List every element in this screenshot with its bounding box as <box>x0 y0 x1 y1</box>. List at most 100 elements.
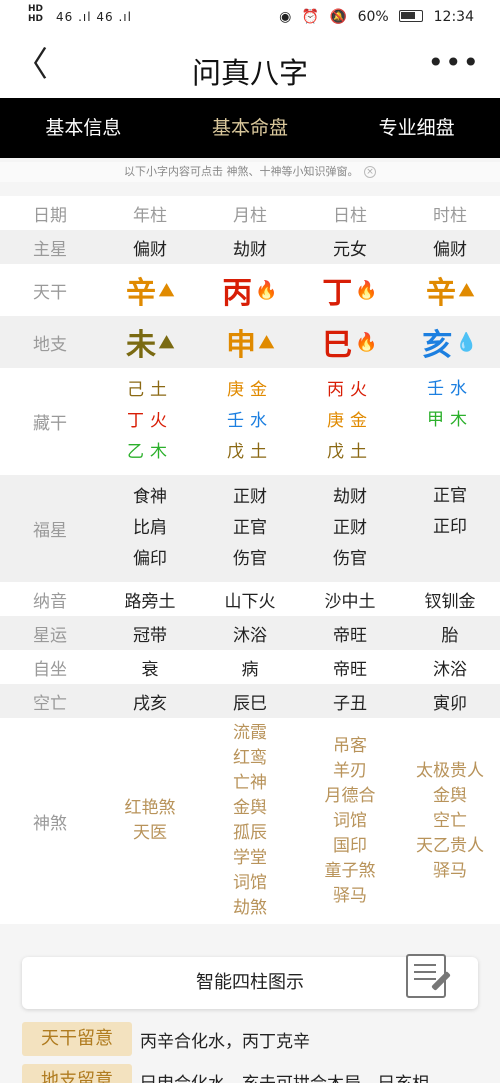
nayin-hour[interactable]: 钗钏金 <box>400 587 500 612</box>
xingyun-hour[interactable]: 胎 <box>400 621 500 646</box>
label-main-star: 主星 <box>33 239 67 260</box>
nayin-row: 纳音 路旁土 山下火 沙中土 钗钏金 <box>0 582 500 616</box>
tab-basic-chart[interactable]: 基本命盘 <box>167 98 334 158</box>
label-canggan: 藏干 <box>33 414 67 434</box>
battery-icon <box>399 10 424 22</box>
main-star-hour[interactable]: 偏财 <box>400 235 500 260</box>
label-shensha: 神煞 <box>33 813 67 834</box>
dizhi-day[interactable]: 巳 🔥 <box>322 320 377 364</box>
clock: 12:34 <box>433 9 474 25</box>
alarm-icon: ⏰ <box>301 9 320 25</box>
dizhi-year[interactable]: 未 ⛰ <box>126 320 174 364</box>
note-text: 巳申合化水，亥未可拱合木局，巳亥相 <box>140 1069 429 1083</box>
notes-list: 天干留意 丙辛合化水，丙丁克辛 地支留意 巳申合化水，亥未可拱合木局，巳亥相 <box>22 1022 500 1083</box>
document-edit-icon <box>406 954 451 998</box>
zizuo-hour[interactable]: 沐浴 <box>400 655 500 680</box>
label-nayin: 纳音 <box>33 591 67 612</box>
label-kongwang: 空亡 <box>33 693 67 714</box>
bazi-grid: 日期 年柱 月柱 日柱 时柱 主星 偏财 劫财 元女 偏财 天干 辛 ⛰ 丙 🔥 丁… <box>0 196 500 924</box>
metal-icon: ⛰ <box>158 279 175 301</box>
more-button[interactable]: ••• <box>427 46 480 79</box>
water-icon: 💧 <box>455 331 478 353</box>
fuxing-day: 劫财 正财 伤官 <box>333 487 367 569</box>
nayin-day[interactable]: 沙中土 <box>300 587 400 612</box>
list-item: 地支留意 巳申合化水，亥未可拱合木局，巳亥相 <box>22 1064 500 1083</box>
fire-icon: 🔥 <box>355 331 378 353</box>
tiangan-hour[interactable]: 辛 ⛰ <box>426 268 474 312</box>
tiangan-year[interactable]: 辛 ⛰ <box>126 268 174 312</box>
tip-banner: 以下小字内容可点击 神煞、十神等小知识弹窗。 × <box>0 162 500 182</box>
dizhi-month[interactable]: 申 ⛰ <box>226 320 274 364</box>
canggan-row: 藏干 己土 丁火 乙木 庚金 壬水 戊土 丙火 庚金 戊土 壬水 甲木 <box>0 368 500 475</box>
network-indicator: HD HD <box>28 4 43 24</box>
xingyun-row: 星运 冠带 沐浴 帝旺 胎 <box>0 616 500 650</box>
hd-badge: HD <box>28 4 44 14</box>
tag-dizhi-note[interactable]: 地支留意 <box>22 1064 132 1083</box>
shensha-day: 吊客 羊刃 月德合 词馆 国印 童子煞 驿马 <box>324 735 376 906</box>
col-day: 日柱 <box>333 205 367 226</box>
canggan-day: 丙火 庚金 戊土 <box>327 380 373 462</box>
tab-pro-chart[interactable]: 专业细盘 <box>333 98 500 158</box>
kongwang-day[interactable]: 子丑 <box>300 689 400 714</box>
tag-tiangan-note[interactable]: 天干留意 <box>22 1022 132 1056</box>
label-fuxing: 福星 <box>33 521 67 541</box>
label-xingyun: 星运 <box>33 625 67 646</box>
close-icon[interactable]: × <box>364 166 376 178</box>
col-year: 年柱 <box>133 205 167 226</box>
label-dizhi: 地支 <box>33 334 67 355</box>
page-title: 问真八字 <box>191 56 308 90</box>
fire-icon: 🔥 <box>355 279 378 301</box>
earth-icon: ⛰ <box>158 331 175 353</box>
metal-icon: ⛰ <box>258 331 275 353</box>
shensha-month: 流霞 红鸾 亡神 金舆 孤辰 学堂 词馆 劫煞 <box>233 723 267 918</box>
fuxing-month: 正财 正官 伤官 <box>233 487 267 569</box>
canggan-month: 庚金 壬水 戊土 <box>227 380 273 462</box>
tab-basic-info[interactable]: 基本信息 <box>0 98 167 158</box>
col-month: 月柱 <box>233 205 267 226</box>
tiangan-day[interactable]: 丁 🔥 <box>322 268 377 312</box>
nayin-month[interactable]: 山下火 <box>200 587 300 612</box>
kongwang-row: 空亡 戌亥 辰巳 子丑 寅卯 <box>0 684 500 718</box>
nayin-year[interactable]: 路旁土 <box>100 587 200 612</box>
app-bar: 〈 问真八字 ••• <box>0 36 500 98</box>
shensha-hour: 太极贵人 金舆 空亡 天乙贵人 驿马 <box>416 760 484 881</box>
kongwang-month[interactable]: 辰巳 <box>200 689 300 714</box>
kongwang-hour[interactable]: 寅卯 <box>400 689 500 714</box>
mute-icon: 🔕 <box>329 9 348 25</box>
shensha-row: 神煞 红艳煞 天医 流霞 红鸾 亡神 金舆 孤辰 学堂 词馆 劫煞 吊客 羊刃 … <box>0 718 500 924</box>
eye-icon: ◉ <box>279 9 292 25</box>
hd-badge: HD <box>28 14 44 24</box>
xingyun-month[interactable]: 沐浴 <box>200 621 300 646</box>
main-star-month[interactable]: 劫财 <box>200 235 300 260</box>
zizuo-row: 自坐 衰 病 帝旺 沐浴 <box>0 650 500 684</box>
list-item: 天干留意 丙辛合化水，丙丁克辛 <box>22 1022 500 1056</box>
status-right: ◉ ⏰ 🔕 60% 12:34 <box>273 9 474 25</box>
xingyun-year[interactable]: 冠带 <box>100 621 200 646</box>
card-label: 智能四柱图示 <box>196 972 304 993</box>
label-tiangan: 天干 <box>33 282 67 303</box>
canggan-hour: 壬水 甲木 <box>427 379 473 430</box>
dizhi-hour[interactable]: 亥 💧 <box>422 320 477 364</box>
col-hour: 时柱 <box>433 205 467 226</box>
xingyun-day[interactable]: 帝旺 <box>300 621 400 646</box>
note-text: 丙辛合化水，丙丁克辛 <box>140 1031 310 1052</box>
main-star-day[interactable]: 元女 <box>300 235 400 260</box>
metal-icon: ⛰ <box>458 279 475 301</box>
fuxing-year: 食神 比肩 偏印 <box>133 487 167 569</box>
main-star-year[interactable]: 偏财 <box>100 235 200 260</box>
zizuo-year[interactable]: 衰 <box>100 655 200 680</box>
label-zizuo: 自坐 <box>33 659 67 680</box>
kongwang-year[interactable]: 戌亥 <box>100 689 200 714</box>
fire-icon: 🔥 <box>255 279 278 301</box>
zizuo-day[interactable]: 帝旺 <box>300 655 400 680</box>
tiangan-row: 天干 辛 ⛰ 丙 🔥 丁 🔥 辛 ⛰ <box>0 264 500 316</box>
canggan-year: 己土 丁火 乙木 <box>127 380 173 462</box>
label-date: 日期 <box>33 205 67 226</box>
fuxing-row: 福星 食神 比肩 偏印 正财 正官 伤官 劫财 正财 伤官 正官 正印 <box>0 475 500 582</box>
dizhi-row: 地支 未 ⛰ 申 ⛰ 巳 🔥 亥 💧 <box>0 316 500 368</box>
zizuo-month[interactable]: 病 <box>200 655 300 680</box>
tiangan-month[interactable]: 丙 🔥 <box>222 268 277 312</box>
tip-text: 以下小字内容可点击 神煞、十神等小知识弹窗。 <box>124 165 359 178</box>
fuxing-hour: 正官 正印 <box>433 486 467 537</box>
tab-bar: 基本信息 基本命盘 专业细盘 <box>0 98 500 158</box>
